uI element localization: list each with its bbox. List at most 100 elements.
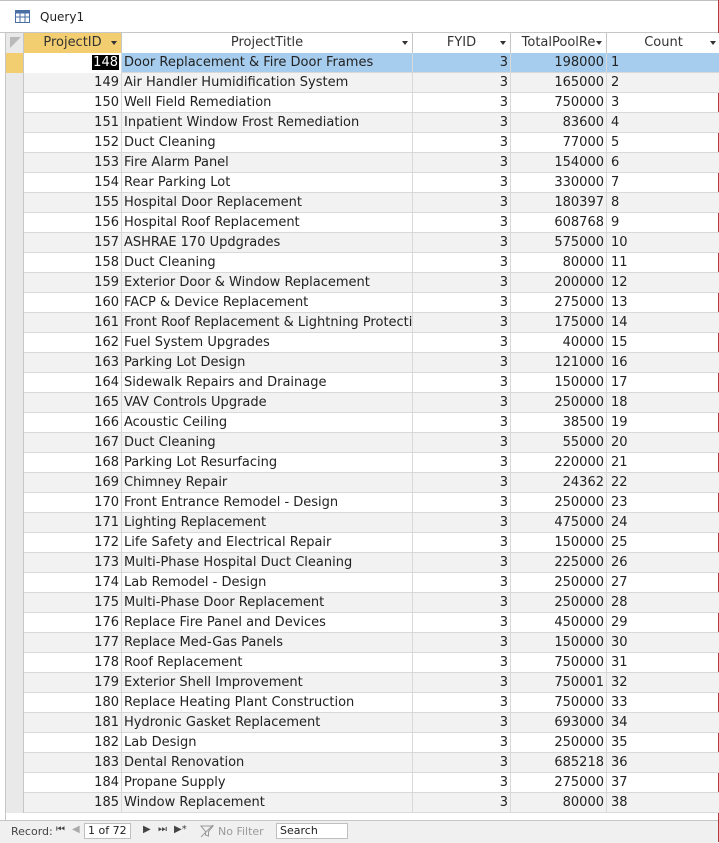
projectid-cell[interactable]: 157 [24,233,122,253]
projecttitle-cell[interactable]: Fuel System Upgrades [122,333,413,353]
projectid-cell[interactable]: 176 [24,613,122,633]
table-row[interactable]: 172 Life Safety and Electrical Repair 3 150… [6,533,719,553]
projecttitle-cell[interactable]: Hospital Roof Replacement [122,213,413,233]
table-row[interactable]: 149 Air Handler Humidification System 3 165… [6,73,719,93]
count-cell[interactable]: 31 [607,653,719,673]
table-row[interactable]: 173 Multi-Phase Hospital Duct Cleaning 3 22… [6,553,719,573]
fyid-cell[interactable]: 3 [413,253,511,273]
chevron-down-icon[interactable] [402,41,408,45]
projecttitle-cell[interactable]: Dental Renovation [122,753,413,773]
fyid-cell[interactable]: 3 [413,193,511,213]
projectid-cell[interactable]: 168 [24,453,122,473]
current-record-field[interactable]: 1 of 72 [84,823,131,839]
projecttitle-cell[interactable]: Acoustic Ceiling [122,413,413,433]
table-row[interactable]: 155 Hospital Door Replacement 3 180397 8 [6,193,719,213]
table-row[interactable]: 153 Fire Alarm Panel 3 154000 6 [6,153,719,173]
totalpoolre-cell[interactable]: 80000 [511,253,607,273]
projectid-cell[interactable]: 180 [24,693,122,713]
fyid-cell[interactable]: 3 [413,113,511,133]
count-cell[interactable]: 11 [607,253,719,273]
fyid-cell[interactable]: 3 [413,413,511,433]
projectid-cell[interactable]: 160 [24,293,122,313]
column-header-fyid[interactable]: FYID [413,33,511,53]
table-row[interactable]: 182 Lab Design 3 250000 35 [6,733,719,753]
table-row[interactable]: 150 Well Field Remediation 3 750000 3 [6,93,719,113]
totalpoolre-cell[interactable]: 24362 [511,473,607,493]
fyid-cell[interactable]: 3 [413,473,511,493]
fyid-cell[interactable]: 3 [413,293,511,313]
row-selector[interactable] [6,333,24,353]
count-cell[interactable]: 16 [607,353,719,373]
count-cell[interactable]: 24 [607,513,719,533]
count-cell[interactable]: 26 [607,553,719,573]
count-cell[interactable]: 7 [607,173,719,193]
count-cell[interactable]: 18 [607,393,719,413]
table-row[interactable]: 181 Hydronic Gasket Replacement 3 693000 34 [6,713,719,733]
count-cell[interactable]: 4 [607,113,719,133]
totalpoolre-cell[interactable]: 250000 [511,393,607,413]
row-selector[interactable] [6,453,24,473]
count-cell[interactable]: 28 [607,593,719,613]
table-row[interactable]: 161 Front Roof Replacement & Lightning Pr… [6,313,719,333]
projectid-cell[interactable]: 184 [24,773,122,793]
table-row[interactable]: 151 Inpatient Window Frost Remediation 3 83… [6,113,719,133]
table-row[interactable]: 156 Hospital Roof Replacement 3 608768 9 [6,213,719,233]
row-selector[interactable] [6,573,24,593]
totalpoolre-cell[interactable]: 693000 [511,713,607,733]
table-row[interactable]: 183 Dental Renovation 3 685218 36 [6,753,719,773]
row-selector[interactable] [6,293,24,313]
table-row[interactable]: 165 VAV Controls Upgrade 3 250000 18 [6,393,719,413]
row-selector[interactable] [6,233,24,253]
fyid-cell[interactable]: 3 [413,393,511,413]
count-cell[interactable]: 25 [607,533,719,553]
totalpoolre-cell[interactable]: 750000 [511,93,607,113]
table-row[interactable]: 170 Front Entrance Remodel - Design 3 25000… [6,493,719,513]
projecttitle-cell[interactable]: Life Safety and Electrical Repair [122,533,413,553]
totalpoolre-cell[interactable]: 180397 [511,193,607,213]
count-cell[interactable]: 22 [607,473,719,493]
table-row[interactable]: 154 Rear Parking Lot 3 330000 7 [6,173,719,193]
fyid-cell[interactable]: 3 [413,433,511,453]
projecttitle-cell[interactable]: Fire Alarm Panel [122,153,413,173]
row-selector[interactable] [6,693,24,713]
fyid-cell[interactable]: 3 [413,133,511,153]
count-cell[interactable]: 8 [607,193,719,213]
count-cell[interactable]: 29 [607,613,719,633]
projectid-cell[interactable]: 158 [24,253,122,273]
projecttitle-cell[interactable]: Duct Cleaning [122,133,413,153]
chevron-down-icon[interactable] [710,41,716,45]
totalpoolre-cell[interactable]: 330000 [511,173,607,193]
table-row[interactable]: 185 Window Replacement 3 80000 38 [6,793,719,813]
previous-record-icon[interactable]: ◀ [72,824,80,835]
totalpoolre-cell[interactable]: 250000 [511,493,607,513]
projecttitle-cell[interactable]: Inpatient Window Frost Remediation [122,113,413,133]
projectid-cell[interactable]: 152 [24,133,122,153]
projectid-cell[interactable]: 179 [24,673,122,693]
projecttitle-cell[interactable]: Duct Cleaning [122,433,413,453]
column-header-totalpoolre[interactable]: TotalPoolRe [511,33,607,53]
totalpoolre-cell[interactable]: 275000 [511,773,607,793]
totalpoolre-cell[interactable]: 250000 [511,733,607,753]
row-selector[interactable] [6,473,24,493]
projectid-cell[interactable]: 177 [24,633,122,653]
row-selector[interactable] [6,133,24,153]
projectid-cell[interactable]: 149 [24,73,122,93]
projectid-cell[interactable]: 150 [24,93,122,113]
projectid-cell[interactable]: 171 [24,513,122,533]
table-row[interactable]: 169 Chimney Repair 3 24362 22 [6,473,719,493]
projecttitle-cell[interactable]: Hydronic Gasket Replacement [122,713,413,733]
projectid-cell[interactable]: 153 [24,153,122,173]
fyid-cell[interactable]: 3 [413,733,511,753]
projecttitle-cell[interactable]: Well Field Remediation [122,93,413,113]
fyid-cell[interactable]: 3 [413,773,511,793]
row-selector[interactable] [6,493,24,513]
row-selector[interactable] [6,373,24,393]
totalpoolre-cell[interactable]: 198000 [511,53,607,73]
totalpoolre-cell[interactable]: 80000 [511,793,607,813]
fyid-cell[interactable]: 3 [413,53,511,73]
totalpoolre-cell[interactable]: 150000 [511,633,607,653]
table-row[interactable]: 179 Exterior Shell Improvement 3 750001 32 [6,673,719,693]
projecttitle-cell[interactable]: Duct Cleaning [122,253,413,273]
row-selector[interactable] [6,633,24,653]
totalpoolre-cell[interactable]: 175000 [511,313,607,333]
